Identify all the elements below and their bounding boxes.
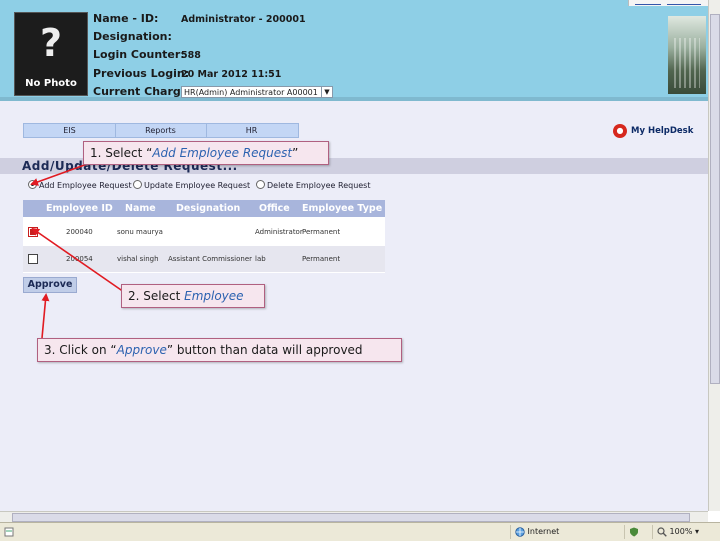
callout-step-3: 3. Click on “Approve” button than data w… — [37, 338, 402, 362]
name-id-label: Name - ID: — [93, 12, 159, 25]
helpdesk-logo-icon: ● — [613, 124, 627, 138]
vertical-scrollbar[interactable] — [708, 0, 720, 511]
top-nav: EIS Reports HR — [23, 123, 299, 138]
login-counter-label: Login Counter: — [93, 48, 185, 61]
tab-reports[interactable]: Reports — [115, 124, 207, 137]
shield-icon — [629, 527, 639, 536]
zoom-icon — [657, 526, 667, 537]
chevron-down-icon[interactable]: ▾ — [695, 527, 699, 536]
callout-2-prefix: 2. Select — [128, 289, 185, 303]
col-employee-type: Employee Type — [302, 203, 383, 214]
radio-update-employee-label: Update Employee Request — [144, 181, 251, 190]
callout-3-highlight: Approve — [116, 343, 167, 357]
cell-office: Administrator — [255, 228, 303, 236]
previous-login-label: Previous Login: — [93, 67, 190, 80]
cell-designation: Assistant Commissioner — [168, 255, 253, 263]
callout-3-prefix: 3. Click on “ — [44, 343, 117, 357]
no-photo-label: No Photo — [25, 78, 77, 89]
radio-delete-employee-label: Delete Employee Request — [267, 181, 371, 190]
col-employee-id: Employee ID — [46, 203, 113, 214]
tab-eis[interactable]: EIS — [24, 124, 116, 137]
cell-employee-id: 200054 — [66, 255, 93, 263]
horizontal-scroll-thumb[interactable] — [12, 513, 690, 522]
top-link-2[interactable] — [667, 0, 701, 5]
chevron-down-icon[interactable]: ▼ — [321, 87, 332, 97]
photo-placeholder-icon: ? — [39, 21, 63, 65]
col-name: Name — [125, 203, 156, 214]
login-counter-value: 588 — [181, 50, 201, 61]
col-designation: Designation — [176, 203, 241, 214]
cell-office: lab — [255, 255, 266, 263]
callout-1-highlight: Add Employee Request — [152, 146, 293, 160]
employee-table: Employee ID Name Designation Office Empl… — [23, 200, 385, 273]
table-header: Employee ID Name Designation Office Empl… — [23, 200, 385, 217]
callout-1-suffix: ” — [292, 146, 299, 160]
top-link-1[interactable] — [635, 0, 661, 5]
designation-label: Designation: — [93, 30, 172, 43]
callout-2-highlight: Employee — [184, 289, 244, 303]
internet-globe-icon — [515, 526, 525, 537]
current-charge-value: HR(Admin) Administrator A00001 — [184, 88, 318, 97]
tab-hr[interactable]: HR — [206, 124, 297, 137]
row-checkbox[interactable] — [28, 254, 38, 264]
current-charge-label: Current Charge — [93, 85, 189, 98]
callout-1-prefix: 1. Select “ — [90, 146, 153, 160]
zone-label: Internet — [527, 527, 560, 536]
callout-step-1: 1. Select “Add Employee Request” — [83, 141, 329, 165]
cell-name: sonu maurya — [117, 228, 163, 236]
radio-delete-employee[interactable] — [256, 180, 265, 189]
zoom-level: 100% — [669, 527, 693, 536]
radio-update-employee[interactable] — [133, 180, 142, 189]
zoom-control[interactable]: 100% ▾ — [652, 525, 720, 539]
current-charge-select[interactable]: HR(Admin) Administrator A00001 ▼ — [181, 86, 333, 98]
cell-employee-type: Permanent — [302, 228, 341, 236]
radio-add-employee-label: Add Employee Request — [39, 181, 132, 190]
table-row[interactable]: 200054 vishal singh Assistant Commission… — [23, 246, 385, 272]
callout-step-2: 2. Select Employee — [121, 284, 265, 308]
row-checkbox[interactable] — [28, 227, 38, 237]
radio-add-employee[interactable] — [28, 180, 37, 189]
building-photo — [668, 16, 706, 94]
security-zone[interactable]: Internet — [510, 525, 625, 539]
cell-employee-id: 200040 — [66, 228, 93, 236]
name-id-value: Administrator - 200001 — [181, 14, 306, 25]
helpdesk-label: My HelpDesk — [631, 126, 694, 136]
vertical-scroll-thumb[interactable] — [710, 14, 720, 384]
browser-status-bar: Internet 100% ▾ — [0, 522, 720, 541]
protected-mode[interactable] — [624, 525, 653, 539]
cell-employee-type: Permanent — [302, 255, 341, 263]
table-row[interactable]: 200040 sonu maurya Administrator Permane… — [23, 219, 385, 245]
my-helpdesk-link[interactable]: ● My HelpDesk — [613, 124, 693, 140]
top-links-strip — [628, 0, 709, 6]
page-status-icon — [4, 525, 24, 539]
approve-button[interactable]: Approve — [23, 277, 77, 293]
previous-login-value: 20 Mar 2012 11:51 — [181, 69, 282, 80]
cell-name: vishal singh — [117, 255, 159, 263]
col-office: Office — [259, 203, 290, 214]
callout-3-suffix: ” button than data will approved — [166, 343, 363, 357]
no-photo-avatar: ? No Photo — [14, 12, 88, 96]
